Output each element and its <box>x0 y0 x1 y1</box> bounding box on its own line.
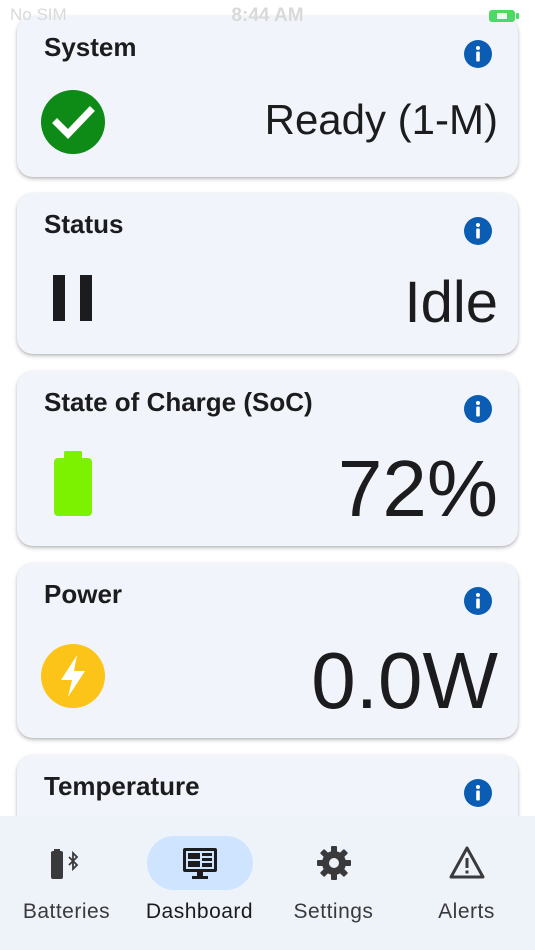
info-icon[interactable] <box>464 217 492 245</box>
soc-card: State of Charge (SoC) 72% <box>17 371 518 546</box>
system-card: System Ready (1-M) <box>17 16 518 177</box>
card-title: Power <box>44 579 123 609</box>
card-title: State of Charge (SoC) <box>44 387 313 417</box>
info-icon[interactable] <box>464 40 492 68</box>
info-icon[interactable] <box>464 395 492 423</box>
app-screen: No SIM 8:44 AM System Ready (1-M) Status <box>0 0 535 950</box>
battery-icon <box>54 451 92 516</box>
info-icon[interactable] <box>464 779 492 807</box>
card-title: Status <box>44 209 124 239</box>
tab-label: Settings <box>293 900 374 923</box>
tab-label: Dashboard <box>145 900 254 923</box>
gear-icon <box>317 846 351 880</box>
soc-value: 72% <box>337 444 498 533</box>
check-circle-icon <box>41 90 105 154</box>
system-value: Ready (1-M) <box>264 96 498 143</box>
monitor-dashboard-icon <box>183 848 217 879</box>
status-value: Idle <box>404 270 498 335</box>
card-title: Temperature <box>44 771 200 801</box>
tab-batteries[interactable]: Batteries <box>0 816 133 950</box>
dashboard-scroll[interactable]: System Ready (1-M) Status Idle State of … <box>0 0 535 816</box>
bottom-tab-bar: Batteries Dashboard Settings Alerts <box>0 816 535 950</box>
tab-label: Batteries <box>22 900 111 923</box>
power-card: Power 0.0W <box>17 563 518 738</box>
tab-settings[interactable]: Settings <box>267 816 400 950</box>
info-icon[interactable] <box>464 587 492 615</box>
warning-icon <box>449 846 485 879</box>
pause-icon <box>53 275 92 321</box>
card-title: System <box>44 32 137 62</box>
bluetooth-battery-icon <box>51 849 79 879</box>
temperature-card: Temperature <box>17 755 518 816</box>
lightning-icon <box>41 644 105 708</box>
power-value: 0.0W <box>311 636 498 725</box>
tab-dashboard[interactable]: Dashboard <box>133 816 266 950</box>
tab-alerts[interactable]: Alerts <box>400 816 533 950</box>
tab-label: Alerts <box>438 900 495 923</box>
status-card: Status Idle <box>17 193 518 354</box>
